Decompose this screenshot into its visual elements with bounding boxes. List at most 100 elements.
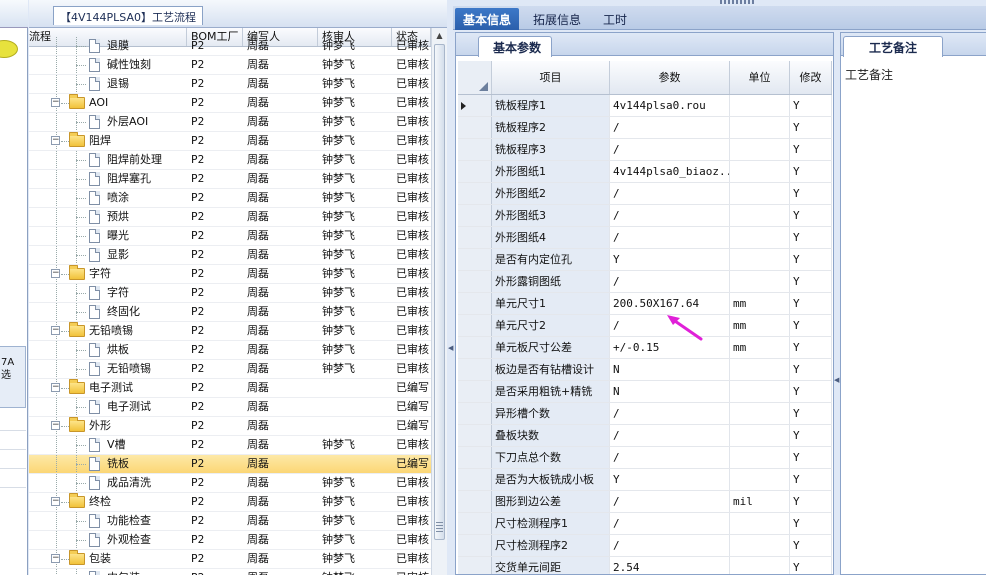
grid-corner[interactable]: [458, 61, 492, 94]
param-modify-cell[interactable]: Y: [790, 95, 832, 116]
tree-row[interactable]: 烘板 P2 周磊 钟梦飞 已审核: [29, 341, 431, 360]
tree-row[interactable]: − 外形 P2 周磊 已编写: [29, 417, 431, 436]
param-unit-cell[interactable]: [730, 205, 790, 226]
collapse-node-icon[interactable]: −: [51, 326, 60, 335]
param-unit-cell[interactable]: [730, 535, 790, 556]
row-indicator[interactable]: [458, 293, 492, 314]
param-value-cell[interactable]: /: [610, 447, 730, 468]
row-indicator[interactable]: [458, 381, 492, 402]
param-value-cell[interactable]: /: [610, 315, 730, 336]
col-modify[interactable]: 修改: [790, 61, 832, 94]
param-value-cell[interactable]: /: [610, 139, 730, 160]
tab-extended-info[interactable]: 拓展信息: [525, 8, 589, 30]
tree-row[interactable]: 预烘 P2 周磊 钟梦飞 已审核: [29, 208, 431, 227]
col-item[interactable]: 项目: [492, 61, 610, 94]
param-value-cell[interactable]: /: [610, 205, 730, 226]
param-row[interactable]: 叠板块数 / Y: [458, 425, 832, 447]
param-modify-cell[interactable]: Y: [790, 359, 832, 380]
param-modify-cell[interactable]: Y: [790, 161, 832, 182]
row-indicator[interactable]: [458, 183, 492, 204]
param-modify-cell[interactable]: Y: [790, 469, 832, 490]
param-row[interactable]: 外形图纸4/ Y: [458, 227, 832, 249]
param-unit-cell[interactable]: mil: [730, 491, 790, 512]
tree-node[interactable]: − 外形: [29, 417, 187, 435]
param-modify-cell[interactable]: Y: [790, 293, 832, 314]
param-value-cell[interactable]: 4v144plsa0_biaoz...: [610, 161, 730, 182]
param-value-cell[interactable]: /: [610, 425, 730, 446]
param-unit-cell[interactable]: [730, 117, 790, 138]
param-row[interactable]: 铣板程序1 4v144plsa0.rou Y: [458, 95, 832, 117]
param-row[interactable]: 尺寸检测程序1/ Y: [458, 513, 832, 535]
param-modify-cell[interactable]: Y: [790, 513, 832, 534]
tree-node[interactable]: − 电子测试: [29, 379, 187, 397]
tree-node[interactable]: 退锡: [29, 75, 187, 93]
tree-node[interactable]: 外层AOI: [29, 113, 187, 131]
row-indicator[interactable]: [458, 117, 492, 138]
tree-node[interactable]: 功能检查: [29, 512, 187, 530]
param-value-cell[interactable]: 200.50X167.64: [610, 293, 730, 314]
tree-row[interactable]: 内包装 P2周磊钟梦飞已审核: [29, 569, 431, 575]
param-value-cell[interactable]: /: [610, 183, 730, 204]
param-value-cell[interactable]: /: [610, 513, 730, 534]
tree-node[interactable]: 字符: [29, 284, 187, 302]
param-row[interactable]: 单元板尺寸公差 +/-0.15 mm Y: [458, 337, 832, 359]
tree-row[interactable]: 曝光 P2 周磊 钟梦飞 已审核: [29, 227, 431, 246]
param-modify-cell[interactable]: Y: [790, 447, 832, 468]
tree-row[interactable]: − 包装 P2 周磊 钟梦飞 已审核: [29, 550, 431, 569]
tree-row[interactable]: 成品清洗 P2 周磊 钟梦飞 已审核: [29, 474, 431, 493]
param-modify-cell[interactable]: Y: [790, 183, 832, 204]
param-unit-cell[interactable]: [730, 469, 790, 490]
tree-node[interactable]: − 字符: [29, 265, 187, 283]
tree-node[interactable]: 烘板: [29, 341, 187, 359]
tree-row[interactable]: 外观检查 P2 周磊 钟梦飞 已审核: [29, 531, 431, 550]
tree-row[interactable]: V槽 P2 周磊 钟梦飞 已审核: [29, 436, 431, 455]
param-unit-cell[interactable]: mm: [730, 315, 790, 336]
param-modify-cell[interactable]: Y: [790, 557, 832, 574]
process-flow-title-tab[interactable]: 【4V144PLSA0】工艺流程: [53, 6, 203, 25]
param-row[interactable]: 交货单元间距 2.54 Y: [458, 557, 832, 574]
row-indicator[interactable]: [458, 425, 492, 446]
tree-row[interactable]: 终固化 P2 周磊 钟梦飞 已审核: [29, 303, 431, 322]
param-modify-cell[interactable]: Y: [790, 205, 832, 226]
param-row[interactable]: 外形图纸1 4v144plsa0_biaoz... Y: [458, 161, 832, 183]
tree-node[interactable]: 终固化: [29, 303, 187, 321]
collapse-node-icon[interactable]: −: [51, 269, 60, 278]
row-indicator[interactable]: [458, 403, 492, 424]
tree-node[interactable]: 铣板: [29, 455, 187, 473]
tree-row[interactable]: 阻焊塞孔 P2 周磊 钟梦飞 已审核: [29, 170, 431, 189]
param-unit-cell[interactable]: [730, 249, 790, 270]
param-value-cell[interactable]: /: [610, 271, 730, 292]
tree-node[interactable]: 内包装: [29, 569, 187, 575]
collapse-right-handle-icon[interactable]: ◀: [834, 372, 839, 388]
param-value-cell[interactable]: /: [610, 535, 730, 556]
param-value-cell[interactable]: 2.54: [610, 557, 730, 574]
row-indicator[interactable]: [458, 447, 492, 468]
param-unit-cell[interactable]: [730, 513, 790, 534]
tree-node[interactable]: 预烘: [29, 208, 187, 226]
param-value-cell[interactable]: /: [610, 227, 730, 248]
tree-node[interactable]: V槽: [29, 436, 187, 454]
top-splitter-grip-icon[interactable]: [720, 0, 756, 4]
param-modify-cell[interactable]: Y: [790, 249, 832, 270]
param-row[interactable]: 外形图纸3/ Y: [458, 205, 832, 227]
tree-row[interactable]: 退锡 P2 周磊 钟梦飞 已审核: [29, 75, 431, 94]
row-indicator[interactable]: [458, 359, 492, 380]
row-indicator[interactable]: [458, 535, 492, 556]
param-row[interactable]: 是否采用粗铣+精铣 N Y: [458, 381, 832, 403]
remarks-textarea[interactable]: [843, 85, 986, 573]
col-param[interactable]: 参数: [610, 61, 730, 94]
tree-row[interactable]: − 阻焊 P2 周磊 钟梦飞 已审核: [29, 132, 431, 151]
param-modify-cell[interactable]: Y: [790, 315, 832, 336]
scroll-thumb[interactable]: [434, 44, 445, 540]
param-value-cell[interactable]: /: [610, 117, 730, 138]
tree-row[interactable]: − AOI P2 周磊 钟梦飞 已审核: [29, 94, 431, 113]
row-indicator[interactable]: [458, 271, 492, 292]
row-indicator[interactable]: [458, 557, 492, 574]
tree-node[interactable]: 喷涂: [29, 189, 187, 207]
param-modify-cell[interactable]: Y: [790, 139, 832, 160]
param-modify-cell[interactable]: Y: [790, 425, 832, 446]
row-indicator[interactable]: [458, 315, 492, 336]
tree-row[interactable]: 喷涂 P2 周磊 钟梦飞 已审核: [29, 189, 431, 208]
tree-row[interactable]: 功能检查 P2 周磊 钟梦飞 已审核: [29, 512, 431, 531]
collapse-node-icon[interactable]: −: [51, 383, 60, 392]
